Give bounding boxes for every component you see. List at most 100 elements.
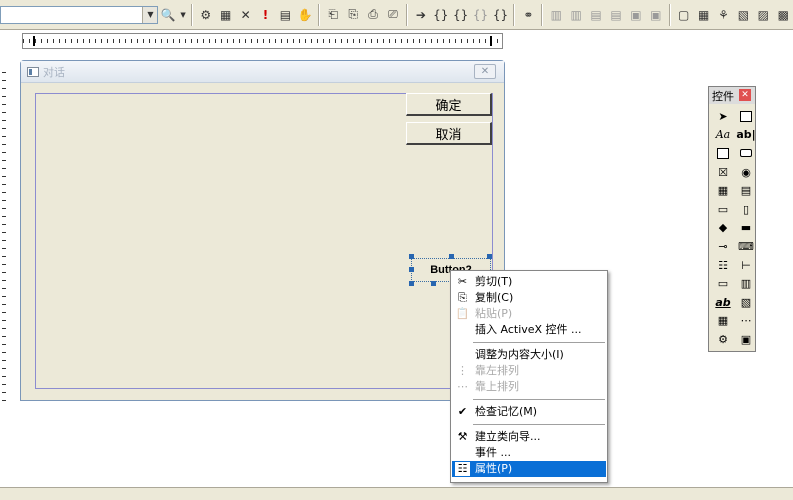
pointer-icon[interactable]: ➤ (713, 107, 733, 126)
month-calendar-icon[interactable]: ▦ (713, 312, 733, 331)
button-icon[interactable] (736, 144, 756, 163)
ok-button[interactable]: 确定 (406, 93, 492, 116)
slider-icon[interactable]: ⊸ (713, 237, 733, 256)
resize-handle[interactable] (431, 281, 436, 286)
ip-address-icon[interactable]: ⋯ (736, 312, 756, 331)
radio-button-icon[interactable]: ◉ (736, 163, 756, 182)
stop-build-icon[interactable]: ✕ (237, 5, 255, 25)
rich-edit-icon[interactable]: ab (713, 293, 733, 312)
resize-handle[interactable] (487, 254, 492, 259)
dialog-window-icon (27, 66, 39, 77)
hotkey-icon[interactable]: ⌨ (736, 237, 756, 256)
ruler-stop-left[interactable] (33, 36, 35, 46)
step-over-icon[interactable]: {} (452, 5, 470, 25)
go-icon[interactable]: ▤ (276, 5, 294, 25)
step-into-icon[interactable]: {} (432, 5, 450, 25)
align-left-icon[interactable]: ▥ (547, 5, 565, 25)
menu-item-label: 属性(P) (475, 462, 513, 475)
spin-icon[interactable]: ◆ (713, 219, 733, 238)
menu-item-label: 复制(C) (475, 291, 514, 304)
toolbar-separator (405, 3, 408, 26)
bookmark-clear-icon[interactable]: ⎚ (384, 5, 402, 25)
group-box-icon[interactable] (713, 144, 733, 163)
menu-item-align-top[interactable]: ⋯ 靠上排列 (452, 379, 606, 395)
menu-item-events[interactable]: 事件 ... (452, 445, 606, 461)
cancel-button[interactable]: 取消 (406, 122, 492, 145)
date-time-icon[interactable]: ▧ (736, 293, 756, 312)
compile-icon[interactable]: ⚙ (197, 5, 215, 25)
center-horizontal-icon[interactable]: ▣ (647, 5, 665, 25)
test-dialog-icon[interactable]: ▢ (675, 5, 693, 25)
align-right-icon[interactable]: ▥ (567, 5, 585, 25)
run-to-cursor-icon[interactable]: ➔ (412, 5, 430, 25)
resize-handle[interactable] (409, 254, 414, 259)
combo-box-icon[interactable]: ▦ (713, 181, 733, 200)
menu-item-check-mnemonics[interactable]: ✔ 检查记忆(M) (452, 404, 606, 420)
context-menu: ✂ 剪切(T) ⎘ 复制(C) 📋 粘贴(P) 插入 ActiveX 控件 ..… (450, 270, 608, 483)
center-vertical-icon[interactable]: ▣ (627, 5, 645, 25)
dropdown-arrow-icon[interactable]: ▼ (179, 5, 187, 25)
close-icon[interactable]: ✕ (474, 64, 496, 79)
menu-item-copy[interactable]: ⎘ 复制(C) (452, 290, 606, 306)
menu-item-paste[interactable]: 📋 粘贴(P) (452, 306, 606, 322)
resize-handle[interactable] (449, 254, 454, 259)
tab-control-icon[interactable]: ▭ (713, 274, 733, 293)
checkbox-icon[interactable]: ☒ (713, 163, 733, 182)
menu-item-insert-activex[interactable]: 插入 ActiveX 控件 ... (452, 322, 606, 338)
ruler-stop-right[interactable] (490, 36, 492, 46)
chevron-down-icon[interactable]: ▼ (142, 6, 158, 23)
step-out-icon[interactable]: {} (472, 5, 490, 25)
toolbar-separator (318, 3, 321, 26)
menu-item-cut[interactable]: ✂ 剪切(T) (452, 274, 606, 290)
align-top-icon[interactable]: ▤ (587, 5, 605, 25)
static-text-icon[interactable]: Aa (713, 126, 733, 145)
bookmark-next-icon[interactable]: ⎘ (344, 5, 362, 25)
vertical-scrollbar-icon[interactable]: ▯ (736, 200, 756, 219)
menu-item-label: 调整为内容大小(I) (475, 348, 564, 361)
tab-order-icon[interactable]: ⚘ (715, 5, 733, 25)
menu-item-label: 插入 ActiveX 控件 ... (475, 323, 582, 336)
menu-item-label: 粘贴(P) (475, 307, 513, 320)
zoom-icon[interactable]: 🔍 (159, 5, 177, 25)
close-icon[interactable]: ✕ (739, 89, 751, 101)
size-to-content-icon[interactable]: ▧ (734, 5, 752, 25)
tree-control-icon[interactable]: ⊢ (736, 256, 756, 275)
menu-item-size-to-content[interactable]: 调整为内容大小(I) (452, 347, 606, 363)
resource-icon[interactable]: ▨ (754, 5, 772, 25)
extended-combo-icon[interactable]: ▣ (736, 330, 756, 349)
toolbox-title-bar[interactable]: 控件 ✕ (709, 87, 755, 104)
menu-separator (473, 342, 605, 343)
resize-handle[interactable] (409, 267, 414, 272)
menu-item-label: 检查记忆(M) (475, 405, 538, 418)
paste-icon: 📋 (455, 307, 470, 320)
horizontal-scrollbar-icon[interactable]: ▭ (713, 200, 733, 219)
dialog-editor[interactable]: 对话 ✕ 确定 取消 Button2 (20, 60, 505, 401)
bookmark-prev-icon[interactable]: ⎙ (364, 5, 382, 25)
properties-icon: ☷ (455, 462, 470, 476)
list-control-icon[interactable]: ☷ (713, 256, 733, 275)
custom-control-icon[interactable]: ⚙ (713, 330, 733, 349)
list-box-icon[interactable]: ▤ (736, 181, 756, 200)
toggle-grid-icon[interactable]: ▦ (695, 5, 713, 25)
menu-separator (473, 399, 605, 400)
resize-handle[interactable] (409, 281, 414, 286)
menu-item-properties[interactable]: ☷ 属性(P) (452, 461, 606, 477)
progress-icon[interactable]: ▬ (736, 219, 756, 238)
guide-icon[interactable]: ▩ (774, 5, 792, 25)
align-bottom-icon[interactable]: ▤ (607, 5, 625, 25)
bookmark-icon[interactable]: ⎗ (324, 5, 342, 25)
build-icon[interactable]: ▦ (217, 5, 235, 25)
toolbar-combobox[interactable]: ▼ (0, 5, 159, 24)
toolbar-separator (190, 3, 193, 26)
picture-icon[interactable] (736, 107, 756, 126)
menu-item-label: 建立类向导... (475, 430, 541, 443)
run-to-icon[interactable]: {} (492, 5, 510, 25)
menu-item-align-left[interactable]: ⋮ 靠左排列 (452, 363, 606, 379)
execute-icon[interactable]: ! (257, 5, 275, 25)
animate-icon[interactable]: ▥ (736, 274, 756, 293)
watch-icon[interactable]: ⚭ (519, 5, 537, 25)
status-bar (0, 487, 793, 500)
hand-icon[interactable]: ✋ (296, 5, 314, 25)
edit-box-icon[interactable]: ab| (736, 126, 756, 145)
menu-item-class-wizard[interactable]: ⚒ 建立类向导... (452, 429, 606, 445)
